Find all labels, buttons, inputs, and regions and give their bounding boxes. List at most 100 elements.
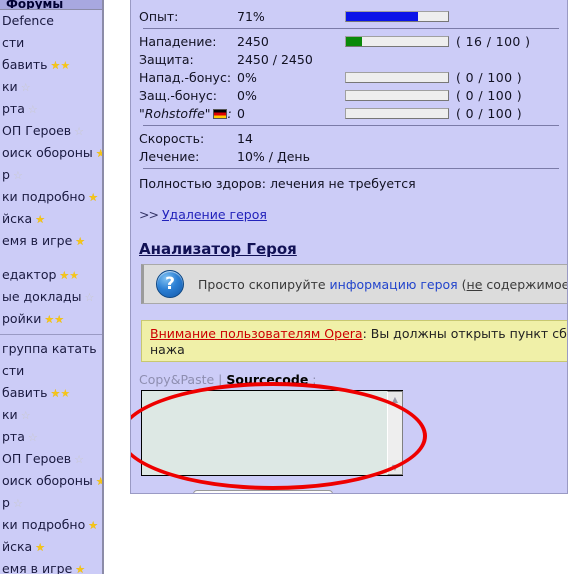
stats-divider-1 — [143, 28, 559, 29]
sidebar-item-label: емя в игре — [2, 561, 73, 575]
sidebar-item-stars: ☆ — [85, 292, 95, 303]
sidebar-item-label: группа катать — [2, 341, 97, 356]
sidebar-item-13[interactable]: ые доклады ☆ — [0, 286, 102, 308]
sidebar-item-label: рта — [2, 429, 25, 444]
stat-label: Защита: — [139, 52, 237, 67]
star-icon-grey: ☆ — [12, 168, 23, 182]
stat-value: 0% — [237, 87, 257, 103]
star-icon-gold: ★ — [54, 312, 65, 326]
sourcecode-textarea-wrapper: ▲ ▼ — [131, 382, 427, 490]
sidebar-item-17[interactable]: сти — [0, 360, 102, 382]
sourcecode-textarea[interactable]: ▲ ▼ — [141, 390, 403, 476]
sidebar-item-6[interactable]: оиск обороны★ — [0, 142, 102, 164]
stat-label: Нападение: — [139, 34, 237, 49]
opera-warning-box: Внимание пользователям Opera: Вы должны … — [141, 320, 567, 362]
sidebar-item-label: Defence — [2, 13, 54, 28]
stat-label-text: Скорость: — [139, 130, 205, 146]
stat-row: Защ.-бонус: 0% ( 0 / 100 ) — [139, 86, 567, 104]
sidebar-item-7[interactable]: р ☆ — [0, 164, 102, 186]
star-icon-gold: ★ — [96, 476, 102, 487]
stat-label: Защ.-бонус: — [139, 88, 237, 103]
stat-label: Скорость: — [139, 131, 237, 146]
sidebar-item-16[interactable]: группа катать — [0, 338, 102, 360]
stat-value: 0 — [237, 105, 245, 121]
analyzer-info-text: Просто скопируйте информацию героя (не с… — [198, 276, 568, 292]
star-icon-grey: ☆ — [27, 102, 38, 116]
sidebar-item-stars: ★ — [35, 542, 45, 553]
sidebar-item-0[interactable]: Defence — [0, 10, 102, 32]
sidebar-item-12[interactable]: едактор ★ ★ — [0, 264, 102, 286]
sidebar-item-2[interactable]: бавить ★ ★ — [0, 54, 102, 76]
content-panel: Опыт: 71% Нападение: 2450( 16 / 100 ) Защит… — [130, 0, 568, 494]
stat-label: "Rohstoffe": — [139, 106, 237, 121]
submit-hero-button[interactable]: ➡ Внести героя — [193, 490, 334, 493]
analyzer-title: Анализатор Героя — [139, 240, 297, 258]
star-icon-gold: ★ — [75, 234, 86, 248]
analyzer-info-box: ? Просто скопируйте информацию героя (не… — [141, 264, 568, 304]
scroll-down-icon[interactable]: ▼ — [388, 460, 402, 474]
sidebar-item-stars: ★ — [88, 520, 98, 531]
sidebar-item-stars: ☆ — [21, 410, 31, 421]
sidebar-item-20[interactable]: рта ☆ — [0, 426, 102, 448]
hero-info-link[interactable]: информацию героя — [330, 277, 458, 292]
sidebar-item-3[interactable]: ки ☆ — [0, 76, 102, 98]
sidebar-item-25[interactable]: йска ★ — [0, 536, 102, 558]
stat-row: Скорость: 14 — [139, 129, 567, 147]
sidebar-item-8[interactable]: ки подробно ★ — [0, 186, 102, 208]
sidebar-item-18[interactable]: бавить ★ ★ — [0, 382, 102, 404]
sidebar-item-9[interactable]: йска ★ — [0, 208, 102, 230]
stat-label-colon: : — [227, 105, 232, 121]
star-icon-gold: ★ — [35, 540, 46, 554]
sidebar-item-label: р — [2, 495, 10, 510]
sidebar-item-10[interactable]: емя в игре ★ — [0, 230, 102, 252]
stat-label-clipped — [139, 0, 237, 7]
sourcecode-label: Sourcecode — [226, 372, 309, 387]
stat-label: Опыт: — [139, 9, 237, 24]
stat-row: "Rohstoffe":0 ( 0 / 100 ) — [139, 104, 567, 122]
info-text-underlined: не — [466, 276, 483, 292]
sidebar-item-19[interactable]: ки ☆ — [0, 404, 102, 426]
sidebar-item-14[interactable]: ройки ★ ★ — [0, 308, 102, 330]
sidebar-item-26[interactable]: емя в игре ★ — [0, 558, 102, 575]
sidebar-item-stars: ☆ — [28, 104, 38, 115]
stat-value: 14 — [237, 130, 253, 146]
stat-label-text: Напад.-бонус: — [139, 69, 232, 85]
sidebar-item-label: бавить — [2, 385, 48, 400]
stat-value: 2450 / 2450 — [237, 51, 313, 67]
stat-progress-bar — [345, 35, 449, 47]
sidebar-item-stars: ★ ★ — [44, 314, 64, 325]
stat-progress-fill — [346, 11, 419, 21]
info-text-after: содержимое таверны) — [486, 276, 568, 292]
sidebar-item-4[interactable]: рта ☆ — [0, 98, 102, 120]
sidebar-item-stars: ★ ★ — [51, 388, 71, 399]
stat-rows-group-b: Нападение: 2450 ( 16 / 100 ) Защита: 2450 / … — [139, 32, 567, 122]
sidebar-item-stars: ★ — [88, 192, 98, 203]
sidebar-item-23[interactable]: р ☆ — [0, 492, 102, 514]
stat-label-text: Опыт: — [139, 8, 179, 24]
sidebar-item-21[interactable]: ОП Героев ☆ — [0, 448, 102, 470]
sidebar-item-label: оиск обороны — [2, 145, 93, 160]
star-icon-grey: ☆ — [20, 408, 31, 422]
sidebar-item-24[interactable]: ки подробно ★ — [0, 514, 102, 536]
delete-hero-link[interactable]: Удаление героя — [162, 207, 267, 222]
sourcecode-textarea-field[interactable] — [142, 391, 387, 475]
textarea-scrollbar[interactable]: ▲ ▼ — [387, 391, 403, 475]
scrollbar-track[interactable] — [388, 406, 402, 460]
sidebar-item-label: ОП Героев — [2, 451, 72, 466]
sidebar-item-1[interactable]: сти — [0, 32, 102, 54]
star-icon-grey: ☆ — [74, 124, 85, 138]
sidebar-item-22[interactable]: оиск обороны★ — [0, 470, 102, 492]
sidebar-header: Форумы — [0, 0, 102, 10]
star-icon-gold: ★ — [88, 190, 99, 204]
stat-label-text: "Rohstoffe" — [139, 105, 211, 121]
stat-progress-bar — [345, 10, 449, 22]
sidebar-item-stars: ★ — [96, 476, 102, 487]
sidebar-item-5[interactable]: ОП Героев ☆ — [0, 120, 102, 142]
scroll-up-icon[interactable]: ▲ — [388, 392, 402, 406]
page-root: Форумы Defence сти бавить ★ ★ ки ☆ рта ☆ ОП Герое… — [0, 0, 571, 579]
double-arrow-icon: >> — [139, 207, 159, 222]
sidebar-item-label: оиск обороны — [2, 473, 93, 488]
stat-row: Напад.-бонус: 0% ( 0 / 100 ) — [139, 68, 567, 86]
stat-rows-group-c: Скорость: 14 Лечение: 10% / День — [139, 129, 567, 165]
